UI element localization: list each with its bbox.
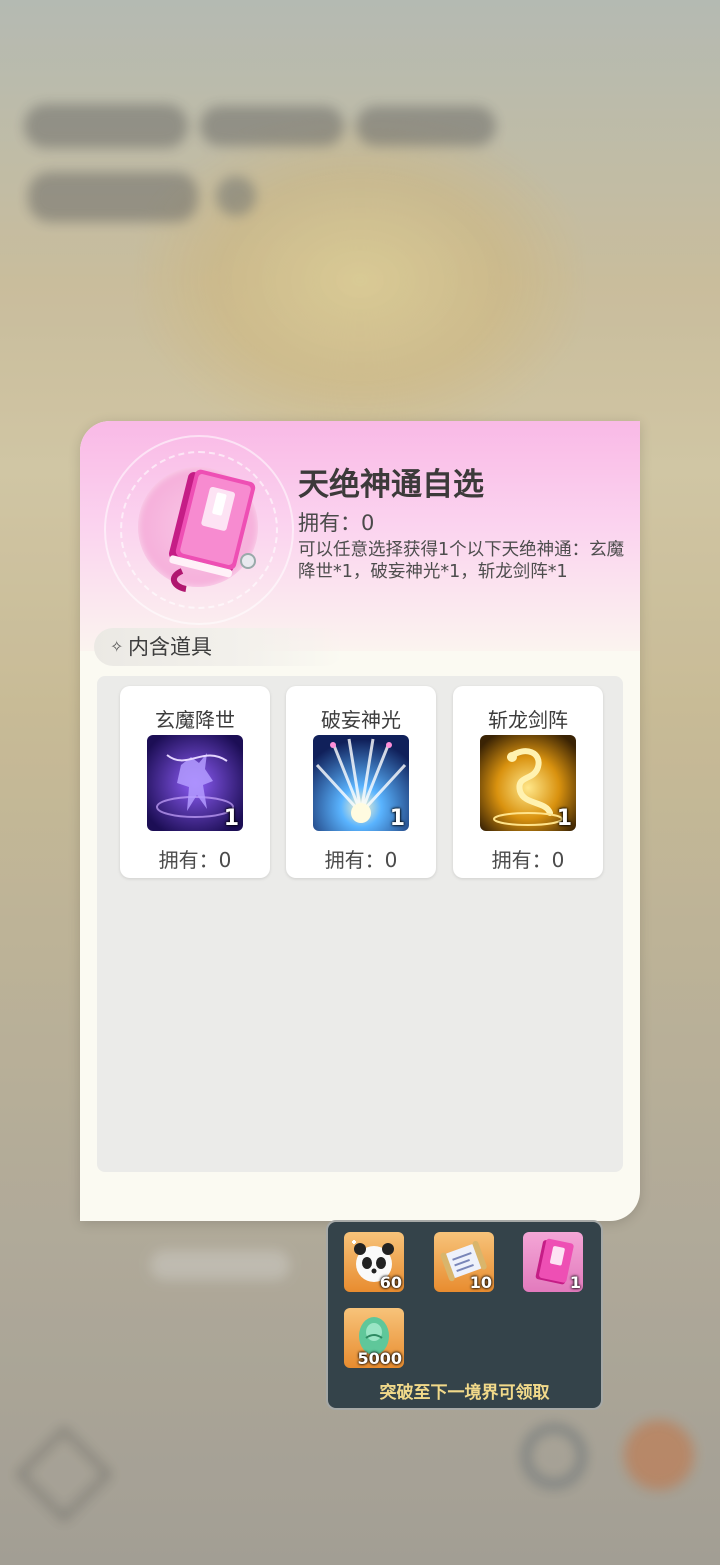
content-item-card[interactable]: 破妄神光 1 拥有：0 <box>286 686 436 878</box>
content-item-card[interactable]: 斩龙剑阵 1 拥有：0 <box>453 686 603 878</box>
item-detail-panel: 天绝神通自选 拥有：0 可以任意选择获得1个以下天绝神通：玄魔降世*1，破妄神光… <box>80 421 640 1221</box>
purple-demon-skill-icon: 1 <box>147 735 243 831</box>
blue-light-burst-skill-icon: 1 <box>313 735 409 831</box>
golden-dragon-skill-icon: 1 <box>480 735 576 831</box>
content-item-quantity: 1 <box>556 806 572 831</box>
reward-item-quantity: 60 <box>379 1273 402 1292</box>
contents-section-header: ✧ 内含道具 <box>94 628 344 666</box>
reward-item[interactable]: 10 <box>434 1232 494 1292</box>
content-item-name: 斩龙剑阵 <box>488 708 568 732</box>
contents-section-label: 内含道具 <box>128 635 212 659</box>
content-item-card[interactable]: 玄魔降世 1 拥有：0 <box>120 686 270 878</box>
reward-item-quantity: 1 <box>569 1273 581 1292</box>
reward-item[interactable]: 5000 <box>344 1308 404 1368</box>
content-item-quantity: 1 <box>223 806 239 831</box>
content-item-owned: 拥有：0 <box>491 848 565 872</box>
content-item-name: 玄魔降世 <box>155 708 235 732</box>
reward-item[interactable]: 60 <box>344 1232 404 1292</box>
contents-list: 玄魔降世 1 拥有：0 破妄神光 1 拥有：0 斩龙剑阵 1 拥有：0 <box>97 676 623 1172</box>
item-title: 天绝神通自选 <box>298 467 484 503</box>
content-item-owned: 拥有：0 <box>324 848 398 872</box>
reward-item-quantity: 5000 <box>357 1349 402 1368</box>
content-item-name: 破妄神光 <box>321 708 401 732</box>
breakthrough-reward-tooltip: 60 10 1 5000 突破至下一境界可领取 <box>326 1220 603 1410</box>
item-description: 可以任意选择获得1个以下天绝神通：玄魔降世*1，破妄神光*1，斩龙剑阵*1 <box>298 540 625 582</box>
reward-item-quantity: 10 <box>469 1273 492 1292</box>
content-item-owned: 拥有：0 <box>158 848 232 872</box>
sparkle-icon: ✧ <box>110 637 124 656</box>
pink-book-icon <box>169 469 256 592</box>
item-owned-count: 拥有：0 <box>298 511 375 535</box>
reward-claim-condition: 突破至下一境界可领取 <box>379 1383 550 1403</box>
reward-item[interactable]: 1 <box>523 1232 583 1292</box>
panel-header: 天绝神通自选 拥有：0 可以任意选择获得1个以下天绝神通：玄魔降世*1，破妄神光… <box>80 421 640 651</box>
content-item-quantity: 1 <box>389 806 405 831</box>
